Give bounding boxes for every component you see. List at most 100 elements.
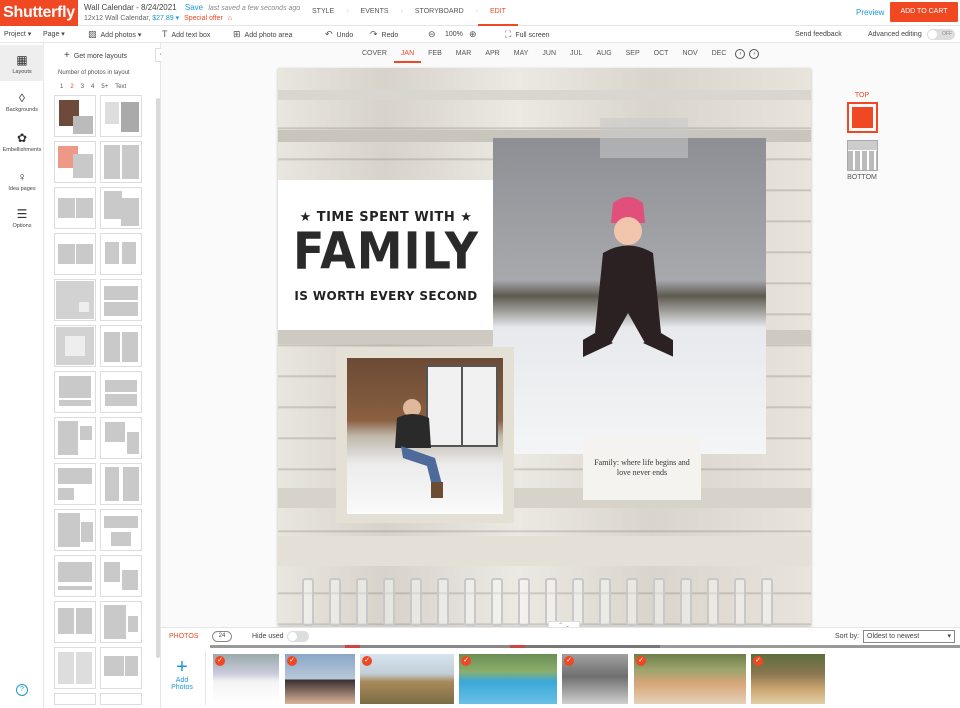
layout-thumb[interactable]: [100, 95, 142, 137]
step-edit[interactable]: EDIT: [478, 0, 518, 26]
add-photos-tray-button[interactable]: + Add Photos: [167, 657, 197, 691]
tab-aug[interactable]: AUG: [589, 45, 618, 63]
full-screen-button[interactable]: ⛶ Full screen: [505, 26, 550, 44]
layout-thumb[interactable]: [100, 693, 142, 705]
tray-photo[interactable]: ✓: [634, 654, 746, 704]
layout-thumb[interactable]: [100, 417, 142, 459]
tray-photo[interactable]: ✓: [213, 654, 279, 704]
hide-used-toggle[interactable]: [287, 631, 309, 642]
tab-dec[interactable]: DEC: [705, 45, 734, 63]
rail-item-layouts[interactable]: ▦ Layouts: [0, 45, 44, 81]
tray-photo[interactable]: ✓: [751, 654, 825, 704]
side-top-button[interactable]: [846, 102, 878, 133]
preview-link[interactable]: Preview: [856, 8, 884, 17]
get-more-layouts-button[interactable]: + Get more layouts: [64, 50, 127, 61]
rail-item-options[interactable]: ☰ Options: [0, 207, 44, 229]
layout-thumb[interactable]: [100, 187, 142, 229]
tab-cover[interactable]: COVER: [355, 45, 394, 63]
tab-jul[interactable]: JUL: [563, 45, 589, 63]
layout-thumb[interactable]: [54, 187, 96, 229]
layout-thumb[interactable]: [100, 233, 142, 275]
layout-thumb[interactable]: [54, 509, 96, 551]
tab-feb[interactable]: FEB: [421, 45, 449, 63]
layout-thumb[interactable]: [100, 371, 142, 413]
count-tab-text[interactable]: Text: [115, 84, 126, 90]
layout-thumb[interactable]: [54, 647, 96, 689]
calendar-page[interactable]: ★ TIME SPENT WITH ★ FAMILY IS WORTH EVER…: [278, 68, 811, 626]
caption-text-box[interactable]: Family: where life begins and love never…: [583, 437, 701, 500]
tray-scroll-strip: [210, 645, 960, 648]
add-to-cart-button[interactable]: ADD TO CART: [890, 2, 958, 22]
zoom-in-button[interactable]: ⊕: [469, 26, 481, 44]
tab-jan[interactable]: JAN: [393, 45, 422, 63]
rail-item-embellishments[interactable]: ✿ Embellishments: [0, 131, 44, 153]
price-dropdown-icon[interactable]: ▾: [176, 15, 180, 22]
count-tab-5plus[interactable]: 5+: [101, 84, 108, 90]
send-feedback-link[interactable]: Send feedback: [795, 26, 842, 43]
sort-select[interactable]: Oldest to newest ▾: [863, 630, 955, 643]
layout-thumb[interactable]: [54, 463, 96, 505]
layout-thumb[interactable]: [54, 555, 96, 597]
next-month-icon[interactable]: ›: [749, 49, 760, 59]
layout-thumb[interactable]: [54, 141, 96, 183]
count-tab-1[interactable]: 1: [60, 84, 63, 90]
layout-thumb[interactable]: [100, 325, 142, 367]
tab-jun[interactable]: JUN: [535, 45, 563, 63]
shutterfly-logo[interactable]: Shutterfly: [0, 0, 78, 26]
tab-sep[interactable]: SEP: [619, 45, 647, 63]
count-tab-3[interactable]: 3: [81, 84, 84, 90]
panel-scrollbar[interactable]: [156, 98, 160, 658]
layout-thumb[interactable]: [100, 463, 142, 505]
layout-thumb[interactable]: [100, 141, 142, 183]
save-link[interactable]: Save: [185, 3, 203, 12]
photo-child-in-snow[interactable]: [493, 138, 766, 454]
rail-item-idea-pages[interactable]: ♀ Idea pages: [0, 170, 44, 192]
layout-thumb[interactable]: [54, 371, 96, 413]
product-price[interactable]: $27.89: [152, 15, 173, 22]
tray-photo[interactable]: ✓: [360, 654, 454, 704]
tab-oct[interactable]: OCT: [647, 45, 676, 63]
prev-month-icon[interactable]: ‹: [735, 49, 746, 59]
tray-photo[interactable]: ✓: [285, 654, 355, 704]
tab-mar[interactable]: MAR: [449, 45, 479, 63]
step-events[interactable]: EVENTS: [349, 0, 401, 26]
step-storyboard[interactable]: STORYBOARD: [403, 0, 476, 26]
add-photo-area-button[interactable]: ⊞ Add photo area: [233, 26, 292, 44]
photo-woman-on-porch[interactable]: [347, 358, 503, 514]
layout-thumb[interactable]: [100, 509, 142, 551]
layout-thumb[interactable]: [54, 325, 96, 367]
count-tab-4[interactable]: 4: [91, 84, 94, 90]
help-icon[interactable]: ?: [16, 684, 28, 696]
layout-thumb[interactable]: [54, 95, 96, 137]
layout-thumb[interactable]: [100, 601, 142, 643]
layout-thumb[interactable]: [100, 279, 142, 321]
undo-button[interactable]: ↶ Undo: [325, 26, 353, 44]
layout-thumb[interactable]: [54, 417, 96, 459]
page-menu[interactable]: Page ▾: [43, 26, 65, 43]
side-bottom-button[interactable]: [846, 140, 878, 171]
add-photos-button[interactable]: ▨ Add photos ▾: [88, 26, 141, 44]
zoom-out-button[interactable]: ⊖: [428, 26, 440, 44]
tab-may[interactable]: MAY: [507, 45, 536, 63]
layout-thumb[interactable]: [100, 647, 142, 689]
project-menu[interactable]: Project ▾: [4, 26, 31, 43]
step-style[interactable]: STYLE: [300, 0, 346, 26]
layout-thumb[interactable]: [54, 693, 96, 705]
thumb-photo-box: [58, 513, 80, 547]
tab-apr[interactable]: APR: [478, 45, 506, 63]
advanced-editing-toggle[interactable]: OFF: [927, 29, 955, 40]
tab-nov[interactable]: NOV: [675, 45, 704, 63]
layout-thumb[interactable]: [54, 233, 96, 275]
special-offer-link[interactable]: Special offer: [184, 15, 223, 22]
rail-item-backgrounds[interactable]: ◊ Backgrounds: [0, 91, 44, 113]
tray-photo[interactable]: ✓: [459, 654, 557, 704]
binding-ring: [356, 578, 368, 626]
layout-thumb[interactable]: [54, 279, 96, 321]
layout-thumb[interactable]: [100, 555, 142, 597]
quote-text-box[interactable]: ★ TIME SPENT WITH ★ FAMILY IS WORTH EVER…: [278, 180, 494, 330]
layout-thumb[interactable]: [54, 601, 96, 643]
count-tab-2[interactable]: 2: [70, 84, 73, 90]
tray-photo[interactable]: ✓: [562, 654, 628, 704]
redo-button[interactable]: ↷ Redo: [370, 26, 398, 44]
add-text-box-button[interactable]: T Add text box: [162, 26, 210, 44]
